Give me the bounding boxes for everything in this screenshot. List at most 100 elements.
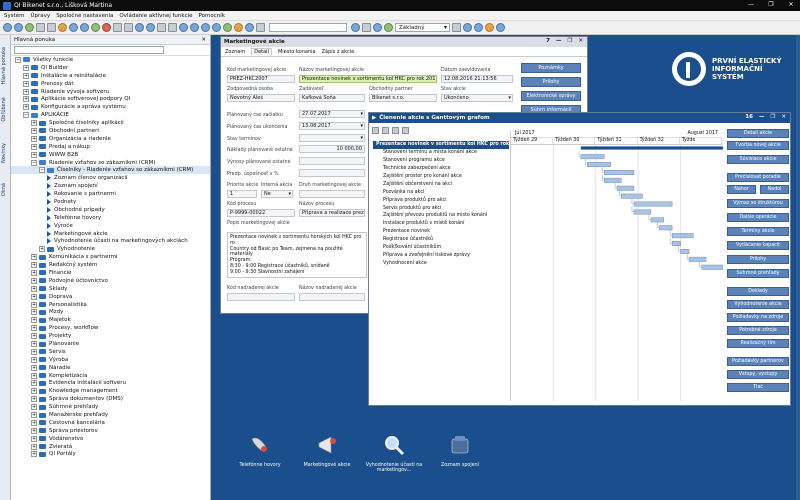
gantt-bar[interactable]	[671, 233, 694, 239]
tree-item[interactable]: Podnety	[11, 198, 210, 206]
shortcut-participation-evaluation[interactable]: Vyhodnotenie účasti na marketingov...	[364, 433, 424, 473]
shortcut-connections[interactable]: Zoznam spojení	[430, 433, 490, 468]
tree-item[interactable]: + Vyhodnotenie	[11, 245, 210, 253]
tree-item[interactable]: − APLIKÁCIE	[11, 111, 210, 119]
assigner-field[interactable]: Kafková Soňa	[299, 94, 365, 102]
shortcut-phone-calls[interactable]: Telefónne hovory	[230, 433, 290, 468]
expand-icon[interactable]: +	[31, 293, 37, 300]
add-icon[interactable]	[91, 23, 100, 32]
gantt-bar[interactable]	[604, 177, 622, 183]
tab-list[interactable]: Zoznam	[225, 49, 245, 55]
tree-item[interactable]: + Náradie	[11, 364, 210, 372]
calendar-icon[interactable]	[245, 23, 254, 32]
search-icon[interactable]	[351, 23, 360, 32]
tree-item[interactable]: + Organizácia a riadenie	[11, 135, 210, 143]
process-name-field[interactable]: Příprava a realizace prezentací	[299, 209, 365, 217]
tree-item[interactable]: Obchodné prípady	[11, 206, 210, 214]
gantt-close-icon[interactable]: ✕	[781, 114, 786, 120]
tree-item[interactable]: + Manažérske prehľady	[11, 411, 210, 419]
maximize-icon[interactable]: ❐	[567, 38, 572, 44]
expand-icon[interactable]: +	[31, 427, 37, 434]
gantt-task-row[interactable]: Instalace produktů v místě konání	[373, 220, 509, 228]
notes-button[interactable]: Poznámky	[521, 63, 581, 73]
settings-icon[interactable]	[256, 23, 265, 32]
back-icon[interactable]	[3, 23, 12, 32]
inputs-outputs-button[interactable]: Vstupy, výstupy	[727, 370, 789, 379]
tab-minutes[interactable]: Zápis z akcie	[322, 49, 355, 55]
expand-icon[interactable]: +	[31, 143, 37, 150]
gantt-bar[interactable]	[633, 201, 673, 207]
tree-item[interactable]: + Inštalácie a reinštalácie	[11, 72, 210, 80]
grid-icon[interactable]	[157, 23, 166, 32]
home-icon[interactable]	[25, 23, 34, 32]
expand-icon[interactable]: +	[31, 262, 37, 269]
vtab-windows[interactable]: Okná	[1, 183, 7, 196]
collapse-icon[interactable]: −	[31, 159, 37, 166]
gantt-bar[interactable]	[604, 170, 635, 175]
expand-icon[interactable]: +	[31, 254, 37, 261]
gantt-bar[interactable]	[688, 256, 707, 262]
collapse-icon[interactable]: −	[23, 112, 29, 119]
tree-item[interactable]: + Aplikácie softvérovej podpory QI	[11, 95, 210, 103]
expand-icon[interactable]: +	[31, 277, 37, 284]
success-field[interactable]	[299, 169, 365, 177]
tree-item[interactable]: + Prenosy dát	[11, 80, 210, 88]
expand-icon[interactable]: +	[31, 285, 37, 292]
tree-item[interactable]: + Správa dokumentov (DMS)	[11, 395, 210, 403]
down-button[interactable]: Nadol	[760, 185, 789, 194]
tree-item[interactable]: Marketingové akcie	[11, 230, 210, 238]
gantt-bar[interactable]	[580, 154, 605, 160]
tree-item[interactable]: + Vodárenstvo	[11, 435, 210, 443]
gantt-task-row[interactable]: Servis produktů pro akci	[373, 204, 509, 212]
delete-icon[interactable]	[102, 23, 111, 32]
shortcut-marketing-actions[interactable]: Marketingové akcie	[297, 433, 357, 468]
responsible-field[interactable]: Novotný Aleš	[227, 94, 295, 102]
new-action-button[interactable]: Tvorba novej akcie	[727, 141, 789, 150]
paste-icon[interactable]	[124, 23, 133, 32]
gantt-task-row[interactable]: Příprava a zveřejnění tiskové zprávy	[373, 251, 509, 259]
tree-item[interactable]: + Predaj a nákup	[11, 143, 210, 151]
tree-item[interactable]: + Evidencia inštalácií softvéru	[11, 380, 210, 388]
tree-item[interactable]: + Konfigurácie a správa systému	[11, 103, 210, 111]
parent-code-field[interactable]	[227, 293, 295, 301]
export-icon[interactable]	[223, 23, 232, 32]
filter-icon[interactable]	[69, 23, 78, 32]
expand-icon[interactable]: +	[31, 325, 37, 332]
gantt-task-row[interactable]: Zajištění převozu produktů na místo koná…	[373, 212, 509, 220]
required-resources-button[interactable]: Potrebné zdroje	[727, 326, 789, 335]
gantt-task-row[interactable]: Registrace účastníků	[373, 236, 509, 244]
plan-end-field[interactable]: 13.08.2017	[299, 122, 365, 130]
expand-icon[interactable]: +	[31, 451, 37, 458]
tree-item[interactable]: + Kompletizácia	[11, 372, 210, 380]
tree-item[interactable]: + WWW B2B	[11, 151, 210, 159]
warning-icon[interactable]	[485, 23, 494, 32]
expand-icon[interactable]: +	[31, 269, 37, 276]
minimize-icon[interactable]: —	[556, 38, 562, 44]
vtab-favorites[interactable]: Obľúbené	[1, 97, 7, 122]
next-record-icon[interactable]	[201, 23, 210, 32]
detail-action-button[interactable]: Detail akcie	[727, 129, 789, 138]
tree-item[interactable]: + Procesy, workflow	[11, 324, 210, 332]
gantt-task-row[interactable]: Technické zabezpečení akce	[373, 165, 509, 173]
expand-icon[interactable]: +	[31, 120, 37, 127]
attachments-button[interactable]: Prílohy	[727, 255, 789, 264]
save-icon[interactable]	[47, 23, 56, 32]
menu-system[interactable]: Systém	[4, 13, 25, 19]
tab-venue[interactable]: Miesto konania	[278, 49, 316, 55]
vtab-main-menu[interactable]: Hlavná ponuka	[1, 47, 7, 84]
documents-button[interactable]: Doklady	[727, 287, 789, 296]
mail-icon[interactable]	[234, 23, 243, 32]
gantt-bar[interactable]	[650, 217, 664, 223]
help-icon[interactable]	[146, 23, 155, 32]
tree-item[interactable]: + Výroba	[11, 356, 210, 364]
gantt-task-row[interactable]: Stanovení programu akce	[373, 157, 509, 165]
priority-field[interactable]: 1	[227, 190, 257, 198]
expand-icon[interactable]: +	[39, 246, 45, 253]
gantt-bar[interactable]	[671, 241, 681, 247]
expand-icon[interactable]: +	[31, 396, 37, 403]
action-terms-button[interactable]: Termíny akcie	[727, 227, 789, 236]
related-actions-button[interactable]: Súvisiace akcie	[727, 155, 789, 164]
close-icon[interactable]: ✕	[578, 38, 583, 44]
star-icon[interactable]	[362, 23, 371, 32]
print-icon[interactable]	[36, 23, 45, 32]
